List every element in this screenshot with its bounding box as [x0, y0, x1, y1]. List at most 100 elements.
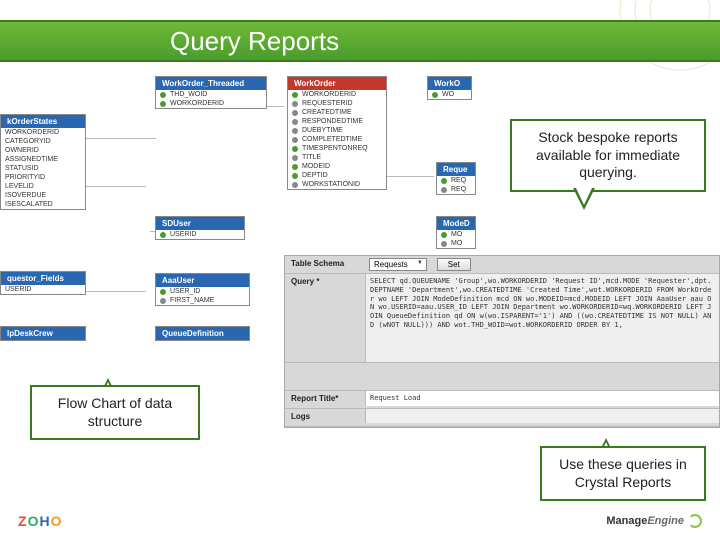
- entity-field: MODEID: [288, 162, 386, 171]
- key-icon: [292, 164, 298, 170]
- field-icon: [292, 155, 298, 161]
- logs-label: Logs: [285, 409, 365, 424]
- entity-field: DUEBYTIME: [288, 126, 386, 135]
- entity-field: USERID: [156, 230, 244, 239]
- entity-field: MO: [437, 239, 475, 248]
- key-icon: [441, 232, 447, 238]
- entity-field: COMPLETEDTIME: [288, 135, 386, 144]
- query-label: Query *: [285, 274, 365, 289]
- table-schema-select[interactable]: Requests: [369, 258, 427, 271]
- page-title: Query Reports: [170, 26, 339, 57]
- table-schema-row: Table Schema Requests Set: [285, 256, 719, 274]
- entity-field: REQUESTERID: [288, 99, 386, 108]
- entity-header: WorkOrder_Threaded: [156, 77, 266, 90]
- entity-field: TIMESPENTONREQ: [288, 144, 386, 153]
- key-icon: [160, 289, 166, 295]
- query-row: Query * SELECT qd.QUEUENAME 'Group',wo.W…: [285, 274, 719, 363]
- entity-header: Reque: [437, 163, 475, 176]
- field-icon: [292, 182, 298, 188]
- field-icon: [292, 128, 298, 134]
- connector-line: [86, 186, 146, 187]
- report-title-label: Report Title*: [285, 391, 365, 406]
- entity-field: REQ: [437, 176, 475, 185]
- entity-workorder-threaded[interactable]: WorkOrder_Threaded THD_WOID WORKORDERID: [155, 76, 267, 109]
- swirl-icon: [688, 514, 702, 528]
- entity-moded[interactable]: ModeD MO MO: [436, 216, 476, 249]
- field-icon: [160, 298, 166, 304]
- entity-reque[interactable]: Reque REQ REQ: [436, 162, 476, 195]
- entity-field: WORKSTATIONID: [288, 180, 386, 189]
- entity-field: WORKORDERID: [288, 90, 386, 99]
- field-icon: [292, 101, 298, 107]
- entity-field: STATUSID: [1, 164, 85, 173]
- connector-line: [86, 291, 146, 292]
- callout-stock-reports: Stock bespoke reports available for imme…: [510, 119, 706, 192]
- entity-field: USER_ID: [156, 287, 249, 296]
- entity-header: AaaUser: [156, 274, 249, 287]
- key-icon: [432, 92, 438, 98]
- field-icon: [441, 187, 447, 193]
- entity-field: ASSIGNEDTIME: [1, 155, 85, 164]
- set-button[interactable]: Set: [437, 258, 471, 271]
- entity-field: WO: [428, 90, 471, 99]
- entity-header: lpDeskCrew: [1, 327, 85, 340]
- entity-field: CREATEDTIME: [288, 108, 386, 117]
- entity-field: REQ: [437, 185, 475, 194]
- spacer-row: [285, 363, 719, 391]
- title-bar: Query Reports: [0, 20, 720, 62]
- query-textarea[interactable]: SELECT qd.QUEUENAME 'Group',wo.WORKORDER…: [365, 274, 719, 362]
- footer: ZOHO ManageEngine: [0, 508, 720, 534]
- field-icon: [292, 119, 298, 125]
- entity-korderstates[interactable]: kOrderStates WORKORDERID CATEGORYID OWNE…: [0, 114, 86, 210]
- callout-flow-chart: Flow Chart of data structure: [30, 385, 200, 440]
- callout-arrow-icon: [573, 188, 595, 210]
- entity-lpdeskcrew[interactable]: lpDeskCrew: [0, 326, 86, 341]
- callout-crystal-reports: Use these queries in Crystal Reports: [540, 446, 706, 501]
- entity-header: ModeD: [437, 217, 475, 230]
- entity-field: DEPTID: [288, 171, 386, 180]
- key-icon: [292, 92, 298, 98]
- connector-line: [86, 138, 156, 139]
- entity-workc[interactable]: WorkO WO: [427, 76, 472, 100]
- entity-field: ISOVERDUE: [1, 191, 85, 200]
- table-schema-label: Table Schema: [285, 256, 365, 271]
- entity-field: LEVELID: [1, 182, 85, 191]
- entity-header: WorkO: [428, 77, 471, 90]
- key-icon: [160, 101, 166, 107]
- entity-header: WorkOrder: [288, 77, 386, 90]
- entity-field: OWNERID: [1, 146, 85, 155]
- entity-sduser[interactable]: SDUser USERID: [155, 216, 245, 240]
- entity-field: THD_WOID: [156, 90, 266, 99]
- entity-header: questor_Fields: [1, 272, 85, 285]
- entity-questorfields[interactable]: questor_Fields USERID: [0, 271, 86, 295]
- field-icon: [292, 110, 298, 116]
- field-icon: [441, 241, 447, 247]
- key-icon: [292, 173, 298, 179]
- entity-header: QueueDefinition: [156, 327, 249, 340]
- entity-field: WORKORDERID: [1, 128, 85, 137]
- entity-field: CATEGORYID: [1, 137, 85, 146]
- entity-field: PRIORITYID: [1, 173, 85, 182]
- key-icon: [160, 232, 166, 238]
- entity-header: kOrderStates: [1, 115, 85, 128]
- report-title-input[interactable]: Request Load: [365, 391, 719, 406]
- manageengine-logo: ManageEngine: [606, 514, 702, 528]
- logs-output: [365, 409, 719, 423]
- key-icon: [441, 178, 447, 184]
- zoho-logo: ZOHO: [18, 513, 62, 529]
- entity-field: TITLE: [288, 153, 386, 162]
- entity-aaauser[interactable]: AaaUser USER_ID FIRST_NAME: [155, 273, 250, 306]
- entity-workorder[interactable]: WorkOrder WORKORDERID REQUESTERID CREATE…: [287, 76, 387, 190]
- query-panel: Table Schema Requests Set Query * SELECT…: [284, 255, 720, 428]
- entity-field: ISESCALATED: [1, 200, 85, 209]
- field-icon: [292, 137, 298, 143]
- connector-line: [380, 176, 434, 177]
- entity-field: USERID: [1, 285, 85, 294]
- key-icon: [160, 92, 166, 98]
- entity-queuedef[interactable]: QueueDefinition: [155, 326, 250, 341]
- logs-row: Logs: [285, 409, 719, 427]
- entity-header: SDUser: [156, 217, 244, 230]
- report-title-row: Report Title* Request Load: [285, 391, 719, 409]
- entity-field: RESPONDEDTIME: [288, 117, 386, 126]
- key-icon: [292, 146, 298, 152]
